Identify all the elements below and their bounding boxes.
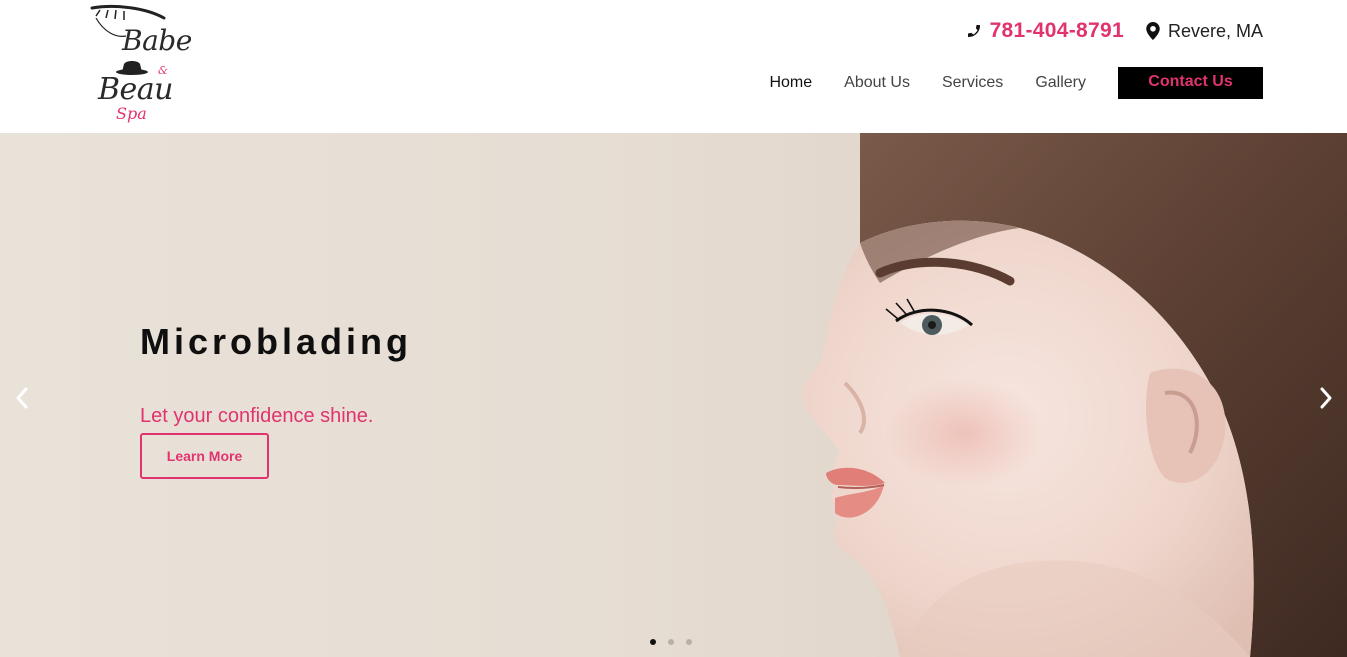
nav-item-gallery[interactable]: Gallery (1035, 67, 1086, 99)
learn-more-button[interactable]: Learn More (140, 433, 269, 479)
contact-us-button[interactable]: Contact Us (1118, 67, 1263, 99)
chevron-left-icon (16, 387, 28, 409)
nav-item-services[interactable]: Services (942, 67, 1003, 99)
slider-next-button[interactable] (1314, 383, 1338, 413)
phone-link[interactable]: 781-404-8791 (966, 19, 1124, 43)
slider-dot-2[interactable] (668, 639, 674, 645)
slide-title: Microblading (140, 321, 412, 362)
location: Revere, MA (1146, 21, 1263, 42)
nav-item-home[interactable]: Home (769, 67, 812, 99)
slider-dot-1[interactable] (650, 639, 656, 645)
hero-slider: Microblading Let your confidence shine. … (0, 133, 1347, 657)
top-contact-bar: 781-404-8791 Revere, MA (966, 16, 1263, 46)
hero-model-photo (801, 133, 1347, 657)
location-text: Revere, MA (1167, 20, 1263, 41)
main-nav: Home About Us Services Gallery Contact U… (769, 67, 1263, 99)
slider-dot-3[interactable] (686, 639, 692, 645)
logo-text-beau: Beau (98, 72, 174, 107)
slider-prev-button[interactable] (10, 383, 34, 413)
map-pin-icon (1146, 22, 1160, 40)
phone-number: 781-404-8791 (989, 19, 1124, 42)
nav-item-about-us[interactable]: About Us (844, 67, 910, 99)
logo-text-babe: Babe (122, 24, 192, 57)
logo-text-spa: Spa (116, 104, 147, 123)
phone-icon (967, 25, 980, 37)
slider-pagination (650, 639, 704, 645)
site-header: Babe & Beau Spa 781-404-8791 Revere, MA … (0, 0, 1347, 133)
slide-subtitle: Let your confidence shine. (140, 405, 374, 427)
site-logo[interactable]: Babe & Beau Spa (86, 2, 204, 128)
chevron-right-icon (1320, 387, 1332, 409)
